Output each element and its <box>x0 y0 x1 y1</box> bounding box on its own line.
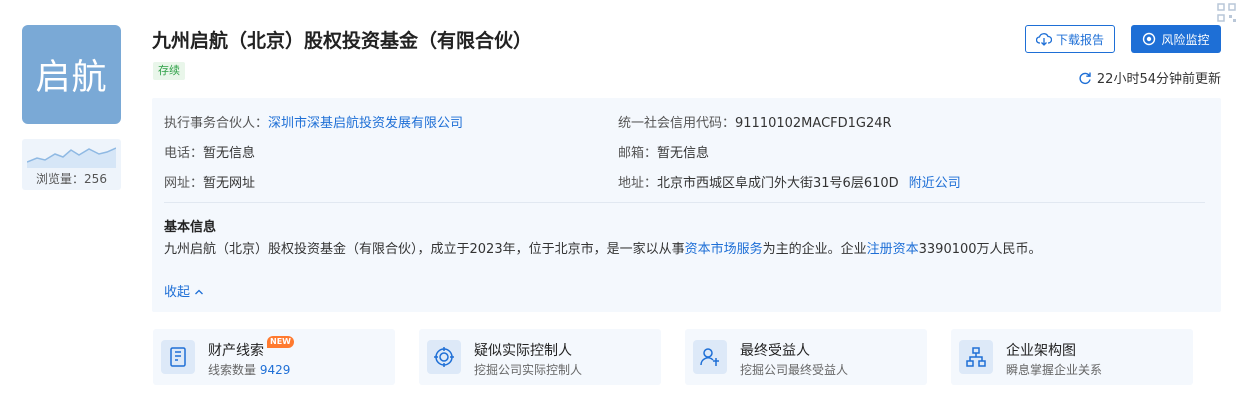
collapse-label: 收起 <box>164 285 191 300</box>
cloud-download-icon <box>1035 33 1052 46</box>
refresh-icon[interactable] <box>1078 71 1092 85</box>
card-subtitle: 线索数量 9429 <box>208 361 290 378</box>
phone-label: 电话： <box>164 146 204 161</box>
download-report-label: 下载报告 <box>1055 32 1104 47</box>
card-title: 财产线索 <box>208 343 264 359</box>
card-title: 疑似实际控制人 <box>474 343 572 359</box>
company-info-panel: 执行事务合伙人：深圳市深基启航投资发展有限公司 统一社会信用代码：9111010… <box>152 98 1221 312</box>
risk-monitor-button[interactable]: 风险监控 <box>1131 25 1221 53</box>
card-subtitle: 挖掘公司最终受益人 <box>740 363 849 377</box>
divider <box>164 202 1205 203</box>
basic-text-part3: 3390100万人民币。 <box>918 242 1042 257</box>
phone-value: 暂无信息 <box>203 146 256 161</box>
partner-label: 执行事务合伙人： <box>164 116 269 131</box>
card-subtitle: 挖掘公司实际控制人 <box>474 363 583 377</box>
nearby-company-link[interactable]: 附近公司 <box>909 176 961 191</box>
credit-code-value: 91110102MACFD1G24R <box>735 116 892 131</box>
address-value: 北京市西城区阜成门外大街31号6层610D <box>657 176 899 191</box>
card-org-chart[interactable]: 企业架构图 瞬息掌握企业关系 <box>951 329 1193 385</box>
views-count: 浏览量：256 <box>36 172 107 186</box>
partner-row: 执行事务合伙人：深圳市深基启航投资发展有限公司 <box>164 112 463 131</box>
chevron-up-icon <box>195 289 204 295</box>
collapse-button[interactable]: 收起 <box>164 281 204 300</box>
company-logo: 启航 <box>22 25 121 124</box>
credit-code-label: 统一社会信用代码： <box>618 116 736 131</box>
card-beneficiary[interactable]: 最终受益人 挖掘公司最终受益人 <box>685 329 927 385</box>
views-widget: 浏览量：256 <box>22 139 121 190</box>
website-value: 暂无网址 <box>203 176 256 191</box>
clue-count: 9429 <box>259 363 291 377</box>
phone-row: 电话：暂无信息 <box>164 142 255 161</box>
new-badge: NEW <box>267 336 294 348</box>
status-badge: 存续 <box>153 62 185 80</box>
views-trend-icon <box>27 147 116 168</box>
clue-count-prefix: 线索数量 <box>208 363 260 377</box>
address-row: 地址：北京市西城区阜成门外大街31号6层610D 附近公司 <box>618 172 961 191</box>
basic-text-part2: 为主的企业。企业 <box>762 242 867 257</box>
controller-target-icon <box>427 340 461 374</box>
card-title: 最终受益人 <box>740 343 810 359</box>
risk-monitor-label: 风险监控 <box>1161 32 1210 47</box>
update-time-text: 22小时54分钟前更新 <box>1096 72 1221 87</box>
card-title: 企业架构图 <box>1006 343 1076 359</box>
property-clue-icon <box>161 340 195 374</box>
company-name: 九州启航（北京）股权投资基金（有限合伙） <box>152 30 533 52</box>
basic-info-text: 九州启航（北京）股权投资基金（有限合伙），成立于2023年，位于北京市，是一家以… <box>164 238 1042 257</box>
beneficiary-user-icon <box>693 340 727 374</box>
card-subtitle: 瞬息掌握企业关系 <box>1006 363 1103 377</box>
qrcode-icon[interactable] <box>1216 2 1238 24</box>
website-label: 网址： <box>164 176 204 191</box>
card-actual-controller[interactable]: 疑似实际控制人 挖掘公司实际控制人 <box>419 329 661 385</box>
org-chart-icon <box>959 340 993 374</box>
monitor-eye-icon <box>1143 32 1156 46</box>
email-value: 暂无信息 <box>657 146 710 161</box>
address-label: 地址： <box>618 176 658 191</box>
registered-capital-link[interactable]: 注册资本 <box>867 242 919 257</box>
card-property-clues[interactable]: 财产线索 NEW 线索数量 9429 <box>153 329 395 385</box>
industry-link[interactable]: 资本市场服务 <box>685 242 763 257</box>
download-report-button[interactable]: 下载报告 <box>1025 25 1115 53</box>
email-row: 邮箱：暂无信息 <box>618 142 709 161</box>
basic-text-part1: 九州启航（北京）股权投资基金（有限合伙），成立于2023年，位于北京市，是一家以… <box>164 242 685 257</box>
basic-info-title: 基本信息 <box>164 220 217 235</box>
partner-link[interactable]: 深圳市深基启航投资发展有限公司 <box>268 116 463 131</box>
logo-text: 启航 <box>35 58 108 98</box>
website-row: 网址：暂无网址 <box>164 172 255 191</box>
update-info[interactable]: 22小时54分钟前更新 <box>1078 68 1221 87</box>
email-label: 邮箱： <box>618 146 658 161</box>
credit-code-row: 统一社会信用代码：91110102MACFD1G24R <box>618 112 892 131</box>
